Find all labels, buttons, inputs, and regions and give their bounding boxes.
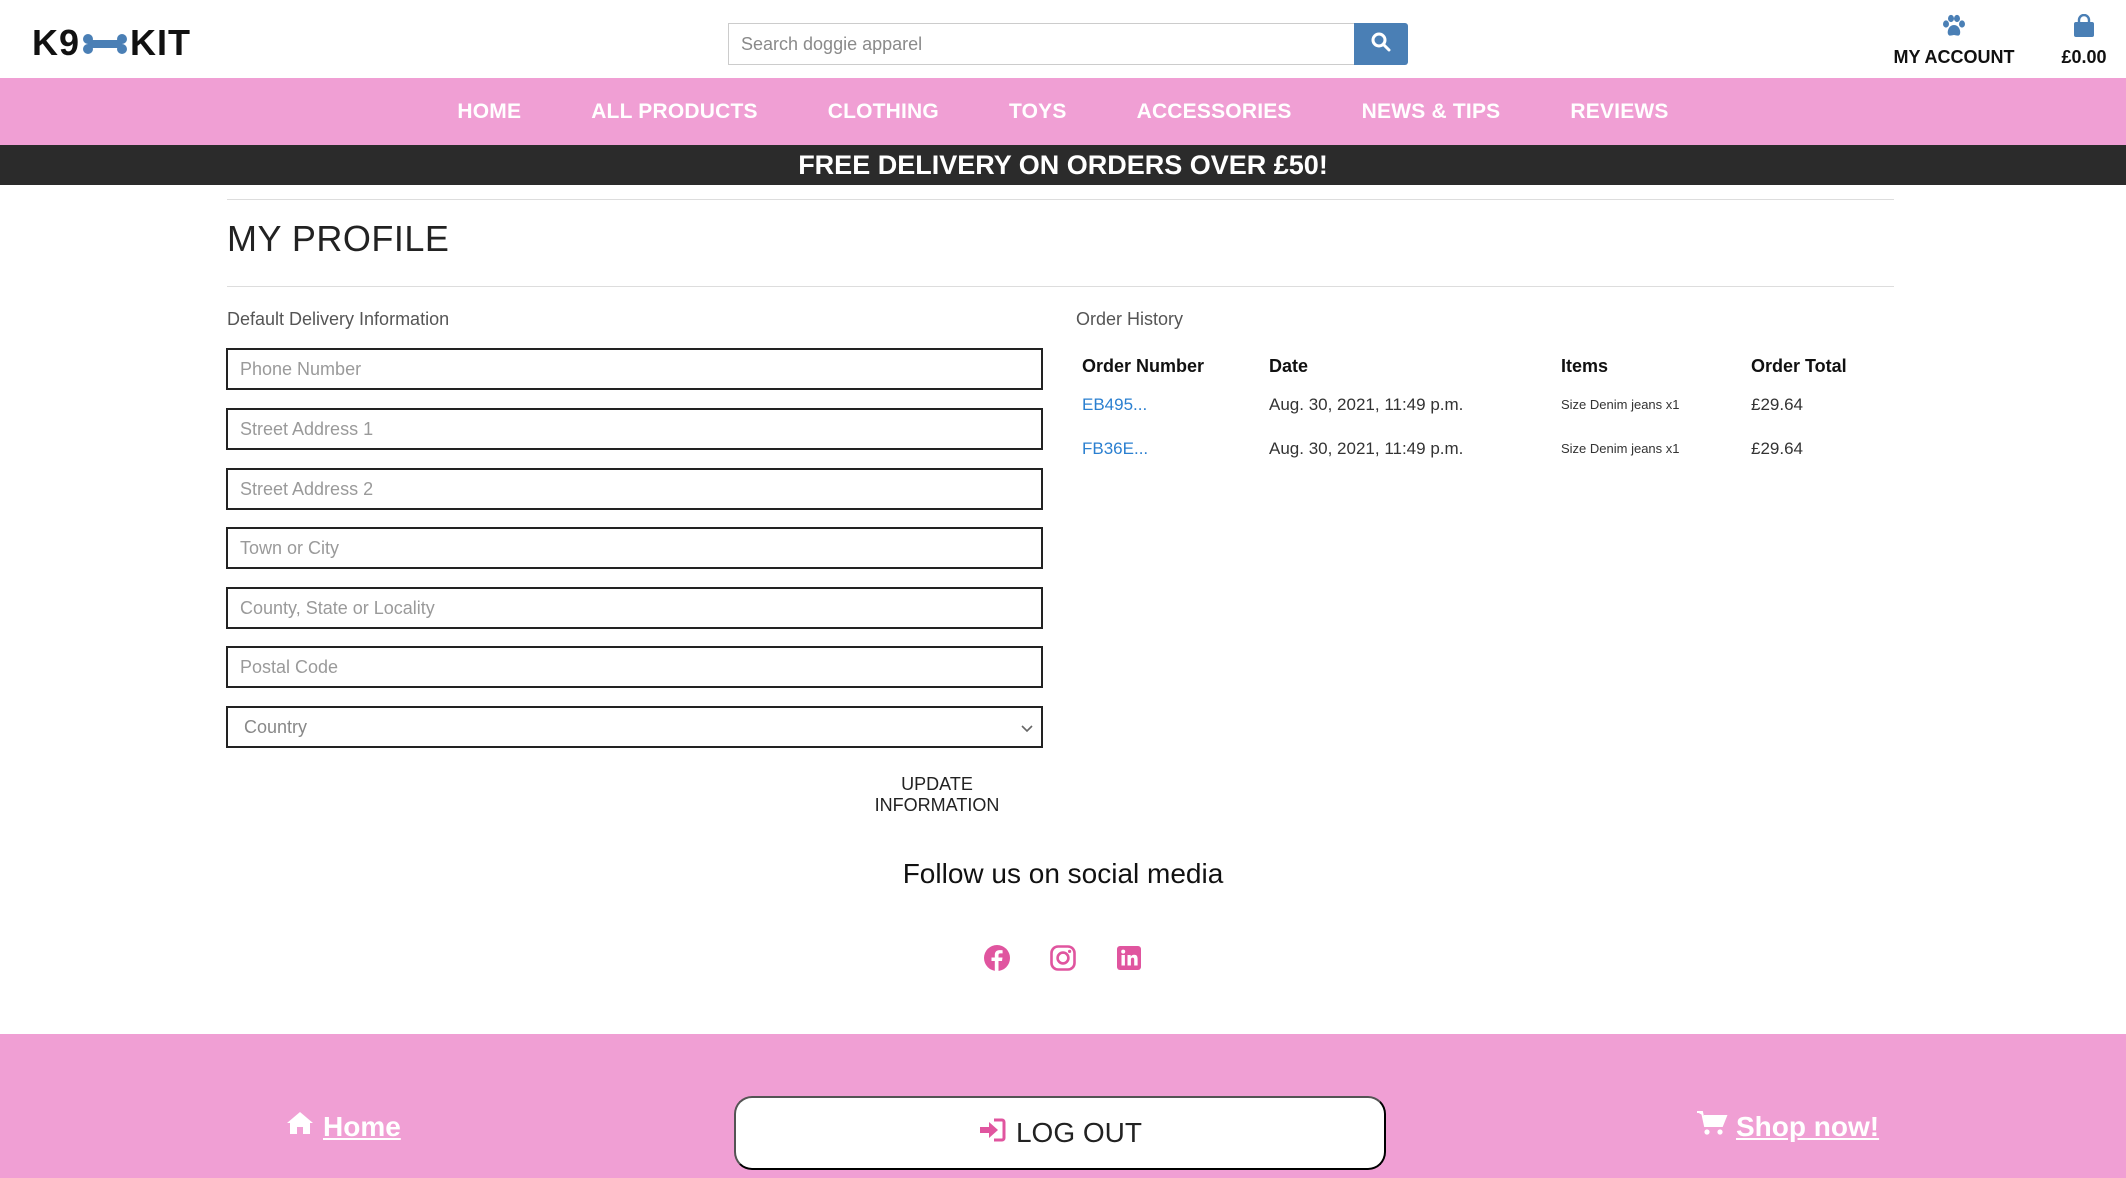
logo-text-left: K9 xyxy=(32,22,81,63)
footer-shop-link[interactable]: Shop now! xyxy=(1696,1110,1879,1143)
order-number-link[interactable]: FB36E... xyxy=(1082,439,1148,458)
cart-total: £0.00 xyxy=(2061,47,2107,67)
order-history-label: Order History xyxy=(1076,309,1184,329)
order-items: Size Denim jeans x1 xyxy=(1561,397,1680,412)
county-field[interactable] xyxy=(226,587,1043,629)
footer-shop-label: Shop now! xyxy=(1736,1110,1880,1142)
search-button[interactable] xyxy=(1354,23,1408,65)
table-row: EB495... Aug. 30, 2021, 11:49 p.m. Size … xyxy=(1076,385,1866,429)
my-account-link[interactable]: MY ACCOUNT xyxy=(1892,14,2016,68)
footer-home-link[interactable]: Home xyxy=(285,1110,401,1143)
bone-icon xyxy=(82,22,128,64)
paw-icon xyxy=(1941,14,1967,42)
order-date: Aug. 30, 2021, 11:49 p.m. xyxy=(1269,439,1464,458)
logout-button[interactable]: LOG OUT xyxy=(734,1096,1386,1170)
divider xyxy=(227,286,1894,287)
order-total: £29.64 xyxy=(1751,395,1803,414)
order-number-link[interactable]: EB495... xyxy=(1082,395,1147,414)
order-history-table: Order Number Date Items Order Total EB49… xyxy=(1076,350,1866,473)
column-header: Order Number xyxy=(1082,356,1205,376)
logo-text-right: KIT xyxy=(130,22,192,63)
divider xyxy=(227,199,1894,200)
nav-item-all-products[interactable]: ALL PRODUCTS xyxy=(591,100,758,124)
delivery-info-label: Default Delivery Information xyxy=(227,309,450,329)
country-select[interactable]: Country xyxy=(226,706,1043,748)
town-city-field[interactable] xyxy=(226,527,1043,569)
table-row: FB36E... Aug. 30, 2021, 11:49 p.m. Size … xyxy=(1076,429,1866,473)
home-icon xyxy=(285,1110,315,1143)
shopping-bag-icon xyxy=(2073,13,2095,42)
delivery-banner: FREE DELIVERY ON ORDERS OVER £50! xyxy=(0,145,2126,185)
social-title: Follow us on social media xyxy=(902,858,1224,889)
column-header: Order Total xyxy=(1751,356,1847,376)
order-total: £29.64 xyxy=(1751,439,1803,458)
my-account-label: MY ACCOUNT xyxy=(1893,47,2015,67)
table-header-row: Order Number Date Items Order Total xyxy=(1076,350,1866,385)
update-information-button[interactable]: UPDATE INFORMATION xyxy=(842,774,1032,815)
search-input[interactable] xyxy=(728,23,1354,65)
search-icon xyxy=(1371,32,1391,57)
facebook-icon[interactable] xyxy=(982,943,1012,973)
social-links xyxy=(0,943,2126,973)
street-address-2-field[interactable] xyxy=(226,468,1043,510)
column-header: Items xyxy=(1561,356,1609,376)
nav-item-home[interactable]: HOME xyxy=(457,100,521,124)
nav-item-reviews[interactable]: REVIEWS xyxy=(1570,100,1668,124)
footer-home-label: Home xyxy=(323,1110,401,1142)
order-date: Aug. 30, 2021, 11:49 p.m. xyxy=(1269,395,1464,414)
country-select-value: Country xyxy=(244,716,308,737)
sign-out-icon xyxy=(978,1117,1006,1150)
cart-link[interactable]: £0.00 xyxy=(2052,13,2116,68)
logout-label: LOG OUT xyxy=(1015,1117,1142,1148)
main-nav: HOME ALL PRODUCTS CLOTHING TOYS ACCESSOR… xyxy=(0,78,2126,145)
order-items: Size Denim jeans x1 xyxy=(1561,441,1680,456)
phone-number-field[interactable] xyxy=(226,348,1043,390)
nav-item-accessories[interactable]: ACCESSORIES xyxy=(1137,100,1292,124)
column-header: Date xyxy=(1269,356,1309,376)
search-bar xyxy=(728,23,1408,65)
instagram-icon[interactable] xyxy=(1048,943,1078,973)
nav-item-clothing[interactable]: CLOTHING xyxy=(828,100,939,124)
nav-item-news-tips[interactable]: NEWS & TIPS xyxy=(1362,100,1501,124)
postal-code-field[interactable] xyxy=(226,646,1043,688)
linkedin-icon[interactable] xyxy=(1114,943,1144,973)
chevron-down-icon xyxy=(1021,717,1033,738)
nav-item-toys[interactable]: TOYS xyxy=(1009,100,1067,124)
street-address-1-field[interactable] xyxy=(226,408,1043,450)
site-header: K9 KIT Search doggie apparel MY ACCOUNT … xyxy=(0,0,2126,78)
page-title: MY PROFILE xyxy=(227,218,450,259)
site-logo[interactable]: K9 KIT xyxy=(32,22,191,64)
shopping-cart-icon xyxy=(1696,1110,1728,1143)
